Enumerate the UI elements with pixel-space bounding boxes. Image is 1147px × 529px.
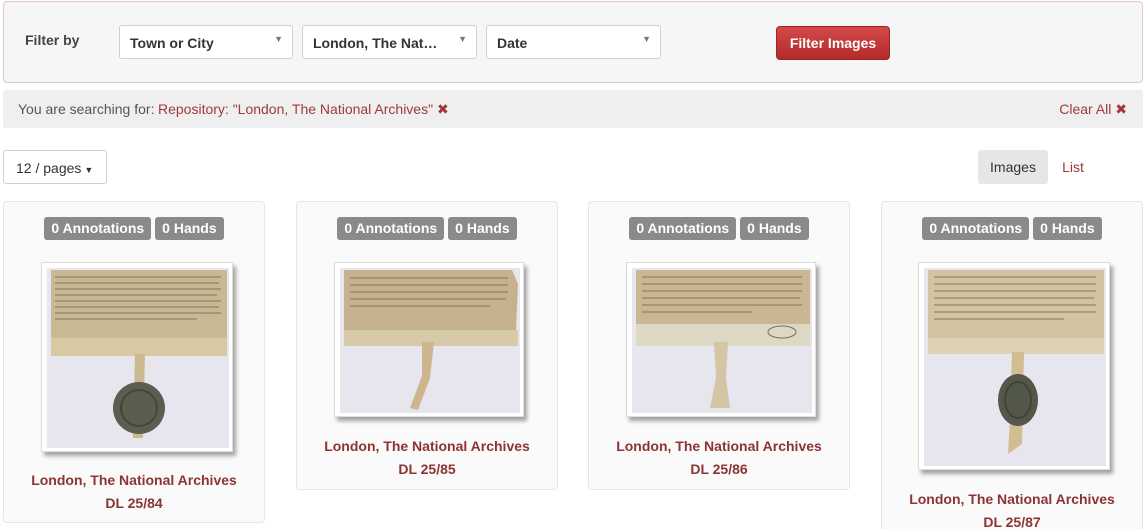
card-shelfmark[interactable]: DL 25/84 — [4, 492, 264, 515]
clear-all-icon: ✖ — [1115, 101, 1127, 117]
repository-select-value: London, The Nat… — [313, 35, 438, 51]
date-select[interactable]: Date ▼ — [486, 25, 661, 59]
card-shelfmark[interactable]: DL 25/87 — [882, 511, 1142, 529]
active-filter-tag[interactable]: Repository: "London, The National Archiv… — [158, 101, 449, 118]
image-card: 0 Annotations 0 Hands London, The Nation… — [3, 201, 265, 523]
card-repository-link[interactable]: London, The National Archives — [4, 469, 264, 492]
hands-badge[interactable]: 0 Hands — [1033, 217, 1102, 240]
card-shelfmark[interactable]: DL 25/85 — [297, 458, 557, 481]
image-card: 0 Annotations 0 Hands London, The Nation… — [588, 201, 850, 490]
hands-badge[interactable]: 0 Hands — [155, 217, 224, 240]
charter-image — [632, 268, 812, 413]
charter-image — [924, 268, 1106, 466]
card-badges: 0 Annotations 0 Hands — [297, 217, 557, 240]
charter-image — [47, 268, 229, 448]
card-repository-link[interactable]: London, The National Archives — [882, 488, 1142, 511]
card-repository-link[interactable]: London, The National Archives — [589, 435, 849, 458]
per-page-label: 12 / pages — [16, 160, 82, 176]
search-prefix: You are searching for: — [18, 101, 155, 117]
town-or-city-select[interactable]: Town or City ▼ — [119, 25, 293, 59]
annotations-badge[interactable]: 0 Annotations — [44, 217, 152, 240]
annotations-badge[interactable]: 0 Annotations — [337, 217, 445, 240]
filter-images-button[interactable]: Filter Images — [776, 26, 890, 60]
per-page-dropdown[interactable]: 12 / pages ▼ — [3, 150, 107, 184]
search-summary-bar: You are searching for: Repository: "Lond… — [3, 90, 1143, 128]
card-shelfmark[interactable]: DL 25/86 — [589, 458, 849, 481]
remove-filter-icon[interactable]: ✖ — [437, 101, 449, 117]
caret-down-icon: ▼ — [642, 34, 651, 44]
card-badges: 0 Annotations 0 Hands — [4, 217, 264, 240]
date-select-value: Date — [497, 35, 528, 51]
card-badges: 0 Annotations 0 Hands — [882, 217, 1142, 240]
images-view-button[interactable]: Images — [978, 150, 1048, 184]
annotations-badge[interactable]: 0 Annotations — [922, 217, 1030, 240]
manuscript-thumbnail[interactable] — [626, 262, 816, 417]
caret-down-icon: ▼ — [458, 34, 467, 44]
image-card: 0 Annotations 0 Hands London, The Nation… — [881, 201, 1143, 529]
manuscript-thumbnail[interactable] — [334, 262, 524, 417]
town-select-value: Town or City — [130, 35, 214, 51]
filter-panel: Filter by Town or City ▼ London, The Nat… — [3, 1, 1143, 83]
card-repository-link[interactable]: London, The National Archives — [297, 435, 557, 458]
manuscript-thumbnail[interactable] — [918, 262, 1110, 470]
charter-image — [340, 268, 520, 413]
clear-all-label: Clear All — [1059, 101, 1112, 117]
hands-badge[interactable]: 0 Hands — [740, 217, 809, 240]
caret-down-icon: ▼ — [274, 34, 283, 44]
annotations-badge[interactable]: 0 Annotations — [629, 217, 737, 240]
caret-down-icon: ▼ — [84, 165, 94, 175]
hands-badge[interactable]: 0 Hands — [448, 217, 517, 240]
list-view-link[interactable]: List — [1050, 150, 1096, 184]
filter-label: Filter by — [25, 32, 80, 48]
repository-select[interactable]: London, The Nat… ▼ — [302, 25, 477, 59]
card-badges: 0 Annotations 0 Hands — [589, 217, 849, 240]
clear-all-button[interactable]: Clear All ✖ — [1059, 101, 1127, 118]
manuscript-thumbnail[interactable] — [41, 262, 233, 452]
active-filter-label: Repository: "London, The National Archiv… — [158, 101, 434, 117]
image-card: 0 Annotations 0 Hands London, The Nation… — [296, 201, 558, 490]
